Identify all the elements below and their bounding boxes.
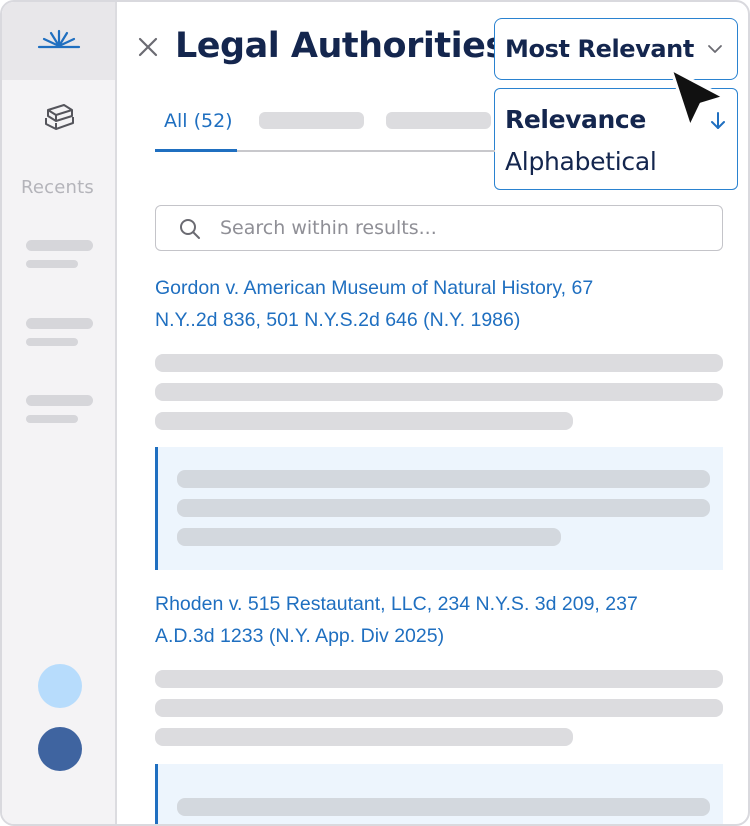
result-title-line: Rhoden v. 515 Restautant, LLC, 234 N.Y.S… (155, 593, 638, 615)
text-placeholder (155, 728, 573, 746)
text-placeholder (155, 354, 723, 372)
avatar-secondary[interactable] (38, 664, 82, 708)
app-window: Recents Legal Authorities Most Relevant … (0, 0, 750, 826)
result-title-link[interactable]: Gordon v. American Museum of Natural His… (155, 272, 655, 336)
result-title-line: N.Y..2d 836, 501 N.Y.S.2d 646 (N.Y. 1986… (155, 309, 521, 331)
tab-all[interactable]: All (52) (164, 110, 233, 132)
search-input[interactable] (220, 214, 700, 242)
close-icon (138, 37, 158, 57)
avatar-user[interactable] (38, 727, 82, 771)
recent-item[interactable] (26, 240, 93, 268)
result-title-line: A.D.3d 1233 (N.Y. App. Div 2025) (155, 625, 445, 647)
result-title-line: Gordon v. American Museum of Natural His… (155, 277, 594, 299)
books-icon[interactable] (42, 102, 76, 139)
tab-active-indicator (155, 149, 237, 152)
logo-icon (37, 29, 80, 49)
quote-block (155, 447, 723, 570)
search-field[interactable] (155, 205, 723, 251)
sort-option-relevance[interactable]: Relevance (505, 105, 646, 134)
recent-item[interactable] (26, 395, 93, 423)
recents-label: Recents (21, 177, 94, 198)
sidebar: Recents (2, 2, 117, 824)
quote-placeholder (177, 528, 561, 546)
text-placeholder (155, 670, 723, 688)
text-placeholder (155, 699, 723, 717)
quote-placeholder (177, 499, 710, 517)
close-button[interactable] (135, 34, 163, 62)
result-title-link[interactable]: Rhoden v. 515 Restautant, LLC, 234 N.Y.S… (155, 588, 695, 652)
sort-dropdown-label: Most Relevant (505, 35, 694, 63)
page-title: Legal Authorities (175, 26, 506, 66)
chevron-down-icon (708, 45, 722, 53)
cursor-icon (669, 67, 726, 129)
quote-block (155, 764, 723, 824)
tab-placeholder[interactable] (386, 112, 491, 129)
search-icon (180, 219, 200, 239)
text-placeholder (155, 383, 723, 401)
sidebar-logo[interactable] (2, 2, 115, 80)
recent-item[interactable] (26, 318, 93, 346)
sort-option-alphabetical[interactable]: Alphabetical (505, 147, 657, 176)
quote-placeholder (177, 798, 710, 816)
tab-placeholder[interactable] (259, 112, 364, 129)
text-placeholder (155, 412, 573, 430)
quote-placeholder (177, 470, 710, 488)
